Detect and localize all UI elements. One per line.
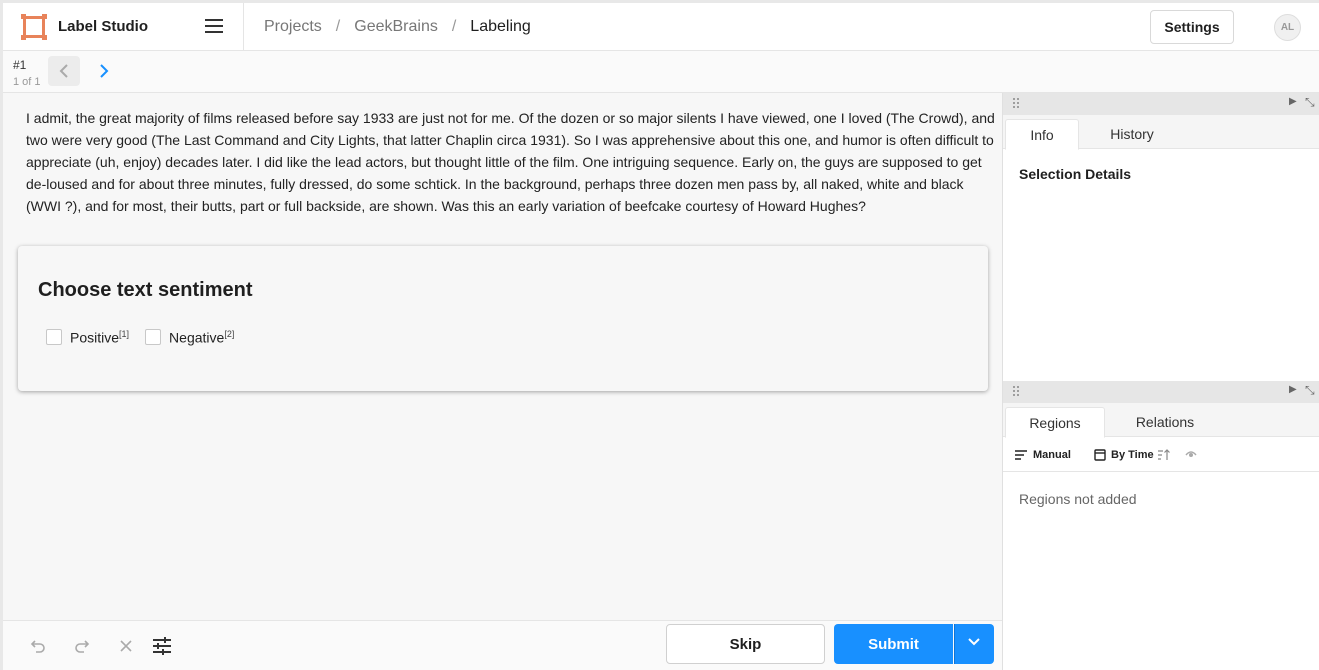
side-panel: ▶ ⤡ Info History Selection Details ▶ ⤡ R… [1002, 93, 1319, 670]
drag-handle-icon[interactable] [1013, 386, 1021, 398]
list-order-icon [1015, 450, 1027, 460]
chevron-left-icon [59, 64, 68, 78]
header-divider [243, 3, 244, 51]
breadcrumb-current: Labeling [470, 18, 531, 35]
sort-direction-icon [1157, 449, 1170, 460]
expand-panel-icon[interactable]: ▶ [1289, 384, 1297, 395]
avatar[interactable]: AL [1274, 14, 1301, 41]
tab-relations[interactable]: Relations [1115, 407, 1215, 438]
regions-tabs: Regions Relations [1003, 403, 1319, 438]
submit-options-button[interactable] [954, 624, 994, 664]
undo-icon[interactable] [26, 634, 50, 658]
hotkey-hint: [1] [119, 329, 130, 339]
breadcrumb-separator: / [451, 18, 457, 35]
settings-button[interactable]: Settings [1150, 10, 1234, 44]
regions-empty-message: Regions not added [1019, 491, 1137, 507]
sort-label: By Time [1111, 449, 1154, 461]
task-text[interactable]: I admit, the great majority of films rel… [26, 107, 996, 217]
sentiment-choices-card: Choose text sentiment Positive[1] Negati… [18, 246, 988, 391]
hotkey-hint: [2] [224, 329, 235, 339]
regions-toolbar: Manual By Time [1003, 438, 1319, 472]
collapse-panel-icon[interactable]: ⤡ [1305, 95, 1315, 110]
sort-by-time-button[interactable]: By Time [1094, 449, 1171, 461]
reset-close-icon[interactable] [114, 634, 138, 658]
submit-button[interactable]: Submit [834, 624, 953, 664]
task-navigation-bar: #1 1 of 1 [3, 51, 1319, 93]
task-id: #1 [13, 58, 27, 72]
choice-negative[interactable]: Negative[2] [145, 329, 234, 346]
choices-header: Choose text sentiment [38, 279, 253, 301]
regions-panel-header[interactable]: ▶ ⤡ [1003, 381, 1319, 403]
expand-panel-icon[interactable]: ▶ [1289, 96, 1297, 107]
app-title: Label Studio [58, 18, 148, 35]
task-count: 1 of 1 [13, 76, 41, 88]
info-tabs: Info History [1003, 115, 1319, 150]
breadcrumb-projects[interactable]: Projects [264, 18, 322, 36]
choice-label: Positive[1] [70, 329, 130, 346]
visibility-toggle-icon[interactable] [1185, 449, 1197, 459]
previous-task-button[interactable] [48, 56, 80, 86]
selection-details-heading: Selection Details [1019, 166, 1132, 182]
chevron-right-icon [100, 64, 109, 78]
chevron-down-icon [968, 638, 980, 646]
breadcrumb: Projects / GeekBrains / Labeling [264, 18, 531, 36]
next-task-button[interactable] [88, 56, 120, 86]
label-studio-logo-icon [21, 14, 47, 40]
manual-order-button[interactable]: Manual [1015, 449, 1071, 461]
breadcrumb-project[interactable]: GeekBrains [354, 18, 438, 36]
hamburger-menu-icon[interactable] [205, 19, 223, 33]
collapse-panel-icon[interactable]: ⤡ [1305, 383, 1315, 398]
tab-info[interactable]: Info [1005, 119, 1079, 150]
top-header: Label Studio Projects / GeekBrains / Lab… [3, 3, 1319, 51]
label-studio-app: Label Studio Projects / GeekBrains / Lab… [3, 3, 1319, 670]
choice-positive[interactable]: Positive[1] [46, 329, 129, 346]
bottom-toolbar: Skip Submit [3, 620, 1002, 670]
settings-sliders-icon[interactable] [150, 634, 174, 658]
calendar-icon [1094, 449, 1106, 461]
tab-regions[interactable]: Regions [1005, 407, 1105, 438]
breadcrumb-separator: / [335, 18, 341, 35]
manual-order-label: Manual [1033, 449, 1071, 461]
info-panel-header[interactable]: ▶ ⤡ [1003, 93, 1319, 115]
choice-label: Negative[2] [169, 329, 235, 346]
tab-history[interactable]: History [1095, 119, 1169, 150]
labeling-area: I admit, the great majority of films rel… [3, 93, 1002, 620]
choices-group: Positive[1] Negative[2] [46, 329, 250, 346]
skip-button[interactable]: Skip [666, 624, 825, 664]
positive-checkbox[interactable] [46, 329, 62, 346]
negative-checkbox[interactable] [145, 329, 162, 346]
drag-handle-icon[interactable] [1013, 98, 1021, 110]
redo-icon[interactable] [70, 634, 94, 658]
